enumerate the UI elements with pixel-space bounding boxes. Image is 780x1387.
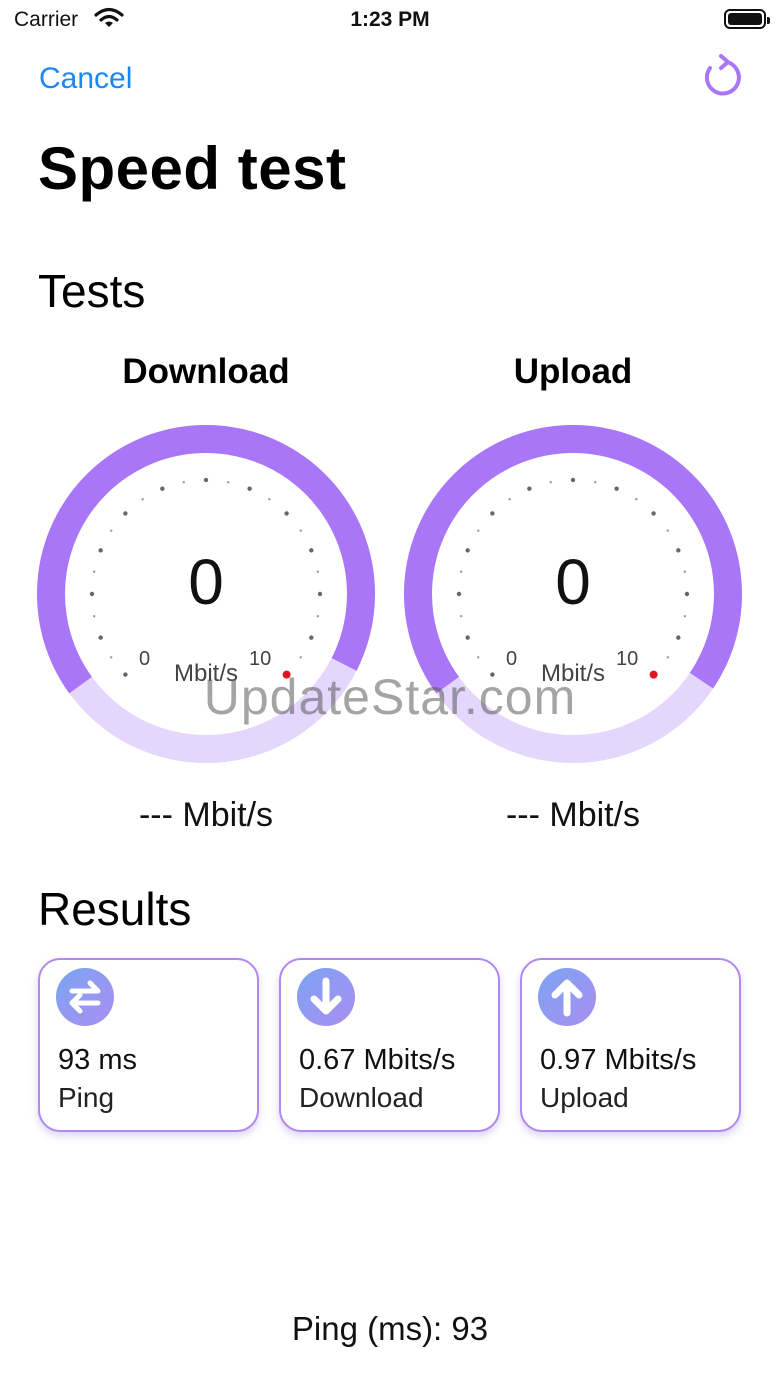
gauge-tick <box>683 615 687 618</box>
gauge-tick <box>309 635 314 640</box>
gauge-tick <box>316 615 320 618</box>
gauge-tick <box>92 570 96 573</box>
results-section-title: Results <box>38 883 192 935</box>
gauge-tick <box>92 615 96 618</box>
download-speed-readout: --- Mbit/s <box>138 796 274 834</box>
gauge-tick <box>284 511 289 516</box>
gauge-tick <box>317 591 323 597</box>
status-bar: Carrier 1:23 PM <box>0 0 780 40</box>
gauge-tick <box>676 548 681 553</box>
gauge-tick <box>684 591 690 597</box>
tests-section-title: Tests <box>38 265 146 317</box>
upload-result-card[interactable]: 0.97 Mbits/s Upload <box>520 958 741 1132</box>
upload-gauge-label: Upload <box>513 352 633 391</box>
ping-footer-text: Ping (ms): 93 <box>291 1310 489 1347</box>
download-arrow-icon <box>297 968 355 1026</box>
gauge-tick <box>299 529 302 532</box>
swap-arrows-icon <box>56 968 114 1026</box>
gauge-tick <box>666 656 669 659</box>
gauge-arc <box>37 425 375 694</box>
gauge-tick <box>676 635 681 640</box>
gauge-tick <box>98 548 103 553</box>
gauge-tick <box>570 477 576 483</box>
ping-result-value: 93 ms <box>58 1044 137 1076</box>
download-result-value: 0.67 Mbits/s <box>299 1044 456 1076</box>
gauge-tick <box>98 635 103 640</box>
gauge-tick <box>477 656 480 659</box>
gauge-tick <box>527 486 532 491</box>
gauge-tick <box>123 511 128 516</box>
gauge-tick <box>683 570 687 573</box>
gauge-tick <box>477 529 480 532</box>
gauge-tick <box>89 591 95 597</box>
cancel-button[interactable]: Cancel <box>39 62 132 96</box>
gauge-tick <box>160 486 165 491</box>
gauge-tick <box>594 480 597 484</box>
gauge-tick <box>465 635 470 640</box>
gauge-tick <box>110 656 113 659</box>
gauge-arc <box>404 425 742 694</box>
upload-result-value: 0.97 Mbits/s <box>540 1044 697 1076</box>
gauge-tick <box>490 511 495 516</box>
gauge-tick <box>459 570 463 573</box>
watermark: UpdateStar.com <box>203 669 577 725</box>
gauge-tick <box>456 591 462 597</box>
gauge-tick <box>299 656 302 659</box>
download-result-label: Download <box>299 1082 424 1113</box>
battery-icon <box>724 9 770 29</box>
gauge-tick <box>508 498 511 501</box>
gauge-tick <box>465 548 470 553</box>
gauge-tick <box>141 498 144 501</box>
gauge-tick <box>247 486 252 491</box>
gauge-tick <box>316 570 320 573</box>
status-time: 1:23 PM <box>350 8 430 31</box>
ping-result-label: Ping <box>58 1082 115 1113</box>
upload-result-label: Upload <box>540 1082 629 1113</box>
gauge-tick <box>635 498 638 501</box>
gauge-tick <box>182 480 185 484</box>
gauge-tick <box>309 548 314 553</box>
download-result-card[interactable]: 0.67 Mbits/s Download <box>279 958 500 1132</box>
upload-speed-readout: --- Mbit/s <box>505 796 641 834</box>
gauge-tick <box>110 529 113 532</box>
upload-arrow-icon <box>538 968 596 1026</box>
download-gauge-label: Download <box>122 352 290 391</box>
refresh-icon[interactable] <box>700 54 744 100</box>
page-title: Speed test <box>38 135 347 202</box>
gauge-tick <box>227 480 230 484</box>
ping-result-card[interactable]: 93 ms Ping <box>38 958 259 1132</box>
gauge-tick <box>459 615 463 618</box>
gauge-tick <box>614 486 619 491</box>
gauge-tick <box>268 498 271 501</box>
gauge-tick <box>666 529 669 532</box>
gauge-tick <box>549 480 552 484</box>
gauge-tick <box>203 477 209 483</box>
gauge-tick <box>651 511 656 516</box>
